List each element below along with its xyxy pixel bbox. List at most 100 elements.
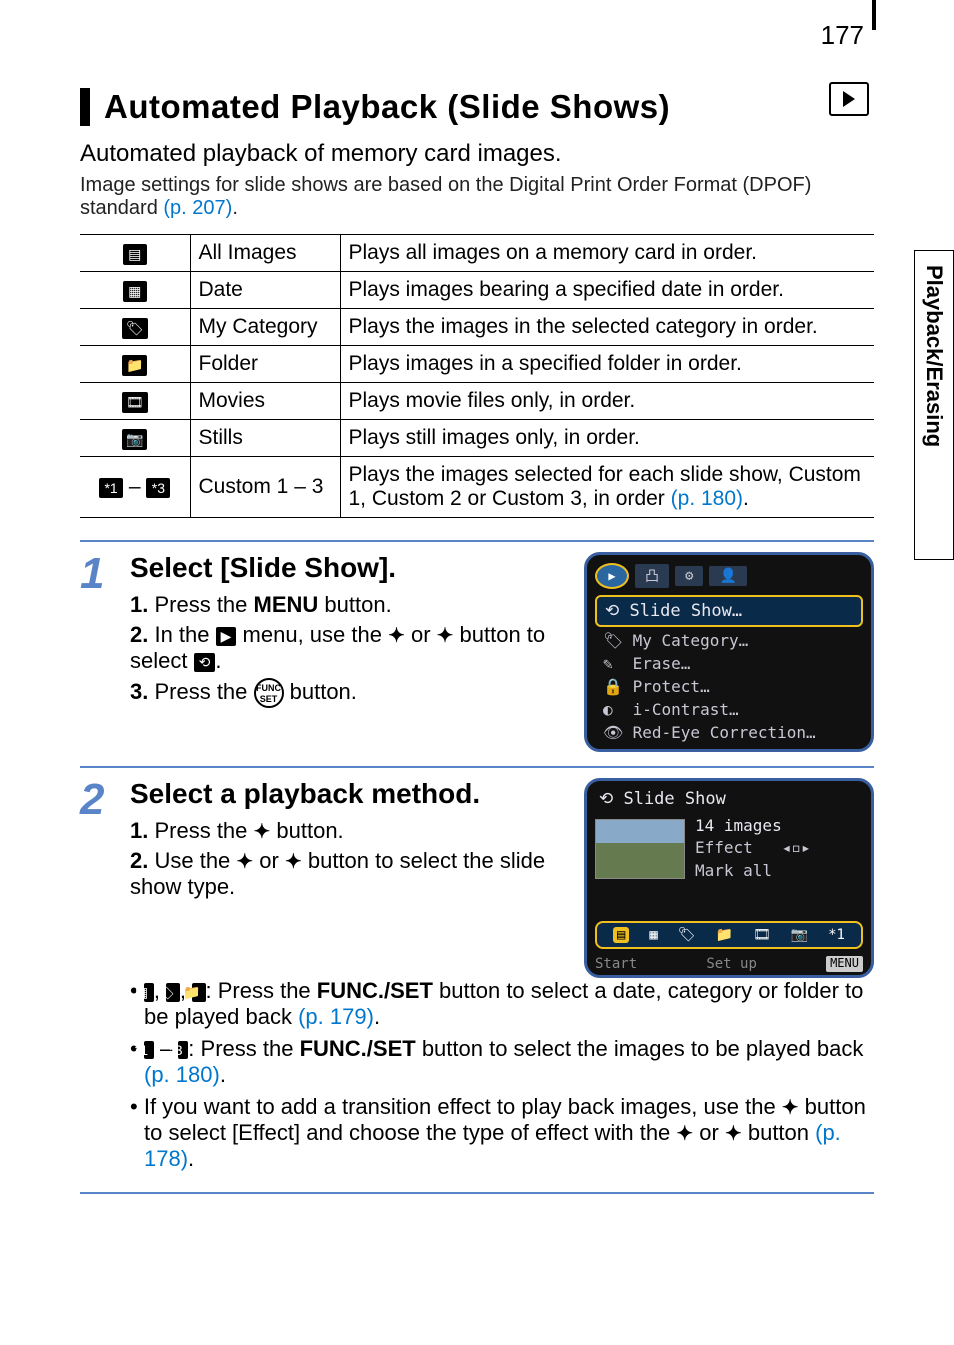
tabstrip-item: 🏷	[678, 927, 696, 943]
option-row: ▦ DatePlays images bearing a specified da…	[80, 272, 874, 309]
option-label: My Category	[190, 309, 340, 346]
substep: 3. Press the FUNCSET button.	[130, 678, 568, 708]
option-desc: Plays the images selected for each slide…	[340, 457, 874, 518]
slideshow-icon: ⟲	[194, 653, 216, 672]
screenshot-tabs: 凸 ⚙ 👤	[595, 563, 863, 589]
menu-item: 🔒 Protect…	[595, 675, 863, 698]
step-1: 1Select [Slide Show]. 1. Press the MENU b…	[80, 540, 874, 766]
page-title: Automated Playback (Slide Shows)	[80, 88, 874, 126]
bullet: ▦, 🏷, 📁: Press the FUNC./SET button to s…	[130, 978, 874, 1030]
option-row: 📷 StillsPlays still images only, in order…	[80, 420, 874, 457]
option-icon-cell: 🏷	[80, 309, 190, 346]
camera-screenshot-1: 凸 ⚙ 👤 ⟲ Slide Show…🏷 My Category…✎ Erase…🔒 …	[584, 552, 874, 752]
option-icon-cell: 📷	[80, 420, 190, 457]
substep: 1. Press the MENU button.	[130, 592, 568, 618]
substep: 2. In the ▶ menu, use the ✦ or ✦ button …	[130, 622, 568, 674]
option-label: All Images	[190, 235, 340, 272]
thumbnail	[595, 819, 685, 879]
tabstrip: ▤▦🏷📁🎞📷*1	[595, 921, 863, 949]
tabstrip-item: *1	[828, 927, 845, 943]
option-icon: ▦	[123, 281, 147, 302]
right-arrow-icon: ✦	[285, 851, 302, 873]
menu-item: ◐ i-Contrast…	[595, 698, 863, 721]
up-arrow-icon: ✦	[388, 625, 405, 647]
step-2: 2Select a playback method.1. Press the ✦…	[80, 766, 874, 1194]
option-desc: Plays the images in the selected categor…	[340, 309, 874, 346]
option-icon-cell: *1 – *3	[80, 457, 190, 518]
step-2-bullets: ▦, 🏷, 📁: Press the FUNC./SET button to s…	[130, 978, 874, 1172]
step-title: Select a playback method.	[130, 778, 568, 810]
custom-icon-dash: –	[123, 475, 146, 498]
start-label: Start	[595, 956, 637, 972]
custom-icon-from: *1	[99, 478, 123, 498]
left-arrow-icon: ✦	[676, 1123, 693, 1145]
options-table: ▤ All ImagesPlays all images on a memory …	[80, 234, 874, 518]
option-desc: Plays still images only, in order.	[340, 420, 874, 457]
bullet: *1 – *3: Press the FUNC./SET button to s…	[130, 1036, 874, 1088]
left-arrow-icon: ✦	[236, 851, 253, 873]
step-title: Select [Slide Show].	[130, 552, 568, 584]
custom-icon-to: *3	[146, 478, 170, 498]
menu-item: 🏷 My Category…	[595, 629, 863, 652]
step-1-substeps: 1. Press the MENU button. 2. In the ▶ men…	[130, 592, 568, 708]
effect-row: Effect ◂▫▸	[695, 837, 811, 859]
option-label: Stills	[190, 420, 340, 457]
menu-button-label: MENU	[826, 956, 863, 972]
play-mode-icon	[829, 82, 869, 116]
option-row: 📁FolderPlays images in a specified folde…	[80, 346, 874, 383]
option-icon: 📷	[122, 429, 147, 450]
option-row: ▤ All ImagesPlays all images on a memory …	[80, 235, 874, 272]
up-arrow-icon: ✦	[782, 1097, 799, 1119]
section-tab: Playback/Erasing	[914, 250, 954, 560]
option-icon-cell: 📁	[80, 346, 190, 383]
substep: 1. Press the ✦ button.	[130, 818, 568, 844]
screenshot-title: ⟲ Slide Show	[595, 789, 863, 809]
option-icon-cell: 🎞	[80, 383, 190, 420]
mode-icon: ▦	[144, 983, 154, 1002]
option-icon: ▤	[123, 244, 147, 265]
setup-label: Set up	[706, 956, 757, 972]
intro-text-1: Automated playback of memory card images…	[80, 140, 874, 168]
option-icon: 🏷	[122, 318, 148, 339]
menu-item: 👁 Red-Eye Correction…	[595, 721, 863, 744]
down-arrow-icon: ✦	[437, 625, 454, 647]
tab-icon: ⚙	[675, 566, 703, 586]
option-desc: Plays all images on a memory card in ord…	[340, 235, 874, 272]
option-row-custom: *1 – *3Custom 1 – 3Plays the images sele…	[80, 457, 874, 518]
option-label: Date	[190, 272, 340, 309]
option-label: Folder	[190, 346, 340, 383]
option-desc: Plays movie files only, in order.	[340, 383, 874, 420]
mode-icon: 📁	[192, 983, 205, 1002]
page-tick-mark	[872, 0, 876, 30]
tabstrip-item: ▦	[649, 927, 657, 943]
option-icon: 🎞	[122, 392, 148, 413]
option-icon-cell: ▤	[80, 235, 190, 272]
mode-icon: 🏷	[166, 983, 180, 1002]
option-icon: 📁	[122, 355, 147, 376]
up-arrow-icon: ✦	[254, 821, 271, 843]
bullet: If you want to add a transition effect t…	[130, 1094, 874, 1172]
func-set-icon: FUNCSET	[254, 678, 284, 708]
step-2-substeps: 1. Press the ✦ button.2. Use the ✦ or ✦ …	[130, 818, 568, 900]
tabstrip-item: 📁	[716, 927, 733, 943]
tabstrip-item: 🎞	[753, 927, 771, 943]
custom-icon: *1	[144, 1041, 154, 1059]
screenshot-bottom: Start Set up MENU	[595, 956, 863, 972]
custom-icon: *3	[178, 1041, 188, 1059]
camera-screenshot-2: ⟲ Slide Show14 imagesEffect ◂▫▸Mark all▤…	[584, 778, 874, 978]
menu-item-highlighted: ⟲ Slide Show…	[595, 595, 863, 627]
option-row: 🏷 My CategoryPlays the images in the sele…	[80, 309, 874, 346]
menu-item: ✎ Erase…	[595, 652, 863, 675]
step-number: 1	[80, 552, 130, 752]
option-label: Custom 1 – 3	[190, 457, 340, 518]
tab-icon: 凸	[635, 564, 669, 588]
play-tab-icon	[595, 563, 629, 589]
option-icon-cell: ▦	[80, 272, 190, 309]
tabstrip-item: ▤	[613, 927, 629, 943]
link: (p. 180)	[144, 1062, 220, 1087]
link: (p. 179)	[298, 1004, 374, 1029]
tab-icon: 👤	[709, 566, 746, 586]
option-desc: Plays images bearing a specified date in…	[340, 272, 874, 309]
play-menu-icon: ▶	[216, 627, 237, 646]
right-arrow-icon: ✦	[725, 1123, 742, 1145]
